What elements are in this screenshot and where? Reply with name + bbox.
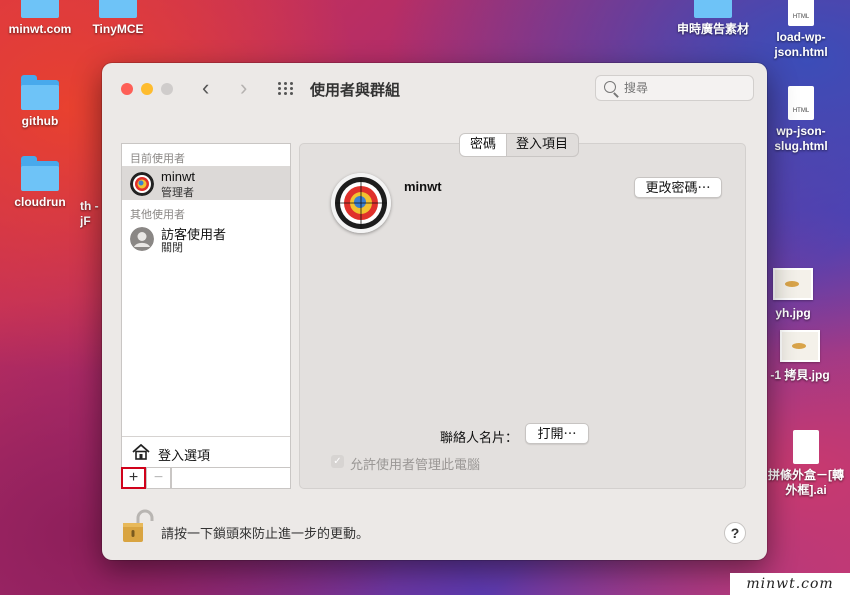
desktop-item-load-wp-json[interactable]: HTML load-wp-json.html bbox=[762, 0, 840, 60]
remove-user-button[interactable]: − bbox=[146, 467, 171, 489]
desktop-item-label: minwt.com bbox=[8, 22, 72, 36]
desktop-item-label: load-wp-json.html bbox=[774, 30, 828, 59]
desktop-item-label: cloudrun bbox=[14, 195, 66, 209]
user-role: 關閉 bbox=[161, 242, 183, 254]
desktop-item-label: yh.jpg bbox=[775, 306, 811, 320]
chevron-left-icon: ‹ bbox=[202, 75, 210, 100]
sidebar-toolbar: + − bbox=[121, 467, 291, 489]
toolbar-filler bbox=[171, 467, 291, 489]
folder-icon bbox=[21, 156, 59, 191]
desktop-item-github[interactable]: github bbox=[0, 75, 80, 129]
user-role: 管理者 bbox=[161, 187, 194, 199]
user-name: minwt bbox=[161, 169, 195, 184]
users-groups-window: ‹ › 使用者與群組 目前使用者 minwt 管理者 其他使用者 bbox=[102, 63, 767, 560]
forward-button[interactable]: › bbox=[240, 77, 247, 99]
desktop-item-yh-jpg[interactable]: yh.jpg bbox=[760, 268, 826, 321]
folder-icon bbox=[21, 0, 59, 18]
html-file-icon: HTML bbox=[788, 86, 814, 120]
tab-login-items[interactable]: 登入項目 bbox=[506, 134, 578, 156]
folder-icon bbox=[694, 0, 732, 18]
desktop-item-label: github bbox=[21, 114, 59, 128]
image-file-icon bbox=[773, 268, 813, 300]
desktop-item-label: 申時廣告素材 bbox=[676, 22, 749, 36]
watermark: minwt.com bbox=[730, 573, 850, 595]
desktop-item-label: -1 拷貝.jpg bbox=[770, 368, 830, 382]
show-all-grid-icon[interactable] bbox=[278, 82, 296, 96]
titlebar: ‹ › 使用者與群組 bbox=[102, 63, 767, 115]
desktop-item-ai-file[interactable]: 拼條外盒－[轉 外框].ai bbox=[762, 430, 850, 498]
login-options-item[interactable]: 登入選項 bbox=[122, 436, 290, 467]
search-field[interactable] bbox=[595, 75, 754, 101]
add-user-button[interactable]: + bbox=[121, 467, 146, 489]
search-input[interactable] bbox=[624, 79, 744, 97]
tab-bar: 密碼 登入項目 bbox=[459, 133, 580, 157]
minimize-button[interactable] bbox=[141, 83, 153, 95]
open-contact-button[interactable]: 打開⋯ bbox=[525, 423, 589, 444]
chevron-right-icon: › bbox=[240, 75, 248, 100]
desktop-item-cloudrun[interactable]: cloudrun bbox=[0, 156, 80, 210]
house-icon bbox=[132, 444, 150, 460]
desktop-item-label: TinyMCE bbox=[92, 22, 144, 36]
desktop-item-partial[interactable]: th -jF bbox=[80, 199, 102, 229]
guest-avatar-icon bbox=[130, 227, 154, 251]
desktop-item-tinymce[interactable]: TinyMCE bbox=[78, 0, 158, 37]
help-button[interactable]: ? bbox=[724, 522, 746, 544]
lock-icon[interactable] bbox=[122, 509, 154, 543]
user-picture[interactable] bbox=[331, 173, 391, 233]
zoom-button[interactable] bbox=[161, 83, 173, 95]
folder-icon bbox=[99, 0, 137, 18]
allow-admin-label: 允許使用者管理此電腦 bbox=[350, 457, 481, 472]
contact-card-label: 聯絡人名片： bbox=[440, 430, 519, 445]
login-options-label: 登入選項 bbox=[158, 448, 211, 463]
back-button[interactable]: ‹ bbox=[202, 77, 209, 99]
desktop-item-ad-assets[interactable]: 申時廣告素材 bbox=[668, 0, 758, 37]
other-users-label: 其他使用者 bbox=[130, 209, 185, 221]
user-row-minwt[interactable]: minwt 管理者 bbox=[122, 166, 290, 200]
tab-password[interactable]: 密碼 bbox=[460, 134, 507, 156]
desktop-item-label: th -jF bbox=[80, 199, 99, 228]
desktop-item-label: 拼條外盒－[轉 外框].ai bbox=[768, 468, 844, 497]
folder-icon bbox=[21, 75, 59, 110]
image-file-icon bbox=[780, 330, 820, 362]
lock-hint-text: 請按一下鎖頭來防止進一步的更動。 bbox=[161, 526, 370, 541]
ai-file-icon bbox=[793, 430, 819, 464]
search-icon bbox=[604, 81, 616, 93]
desktop-item-copy-jpg[interactable]: -1 拷貝.jpg bbox=[760, 330, 840, 383]
close-button[interactable] bbox=[121, 83, 133, 95]
target-avatar-icon bbox=[130, 172, 154, 196]
allow-admin-checkbox[interactable]: ✓ bbox=[331, 455, 344, 468]
desktop-item-wp-json-slug[interactable]: HTML wp-json-slug.html bbox=[762, 86, 840, 154]
desktop-item-label: wp-json-slug.html bbox=[774, 124, 828, 153]
user-row-guest[interactable]: 訪客使用者 關閉 bbox=[122, 221, 290, 255]
user-full-name: minwt bbox=[404, 179, 442, 194]
window-title: 使用者與群組 bbox=[310, 82, 401, 99]
change-password-button[interactable]: 更改密碼⋯ bbox=[634, 177, 722, 198]
desktop-item-minwt-com[interactable]: minwt.com bbox=[0, 0, 80, 37]
current-users-label: 目前使用者 bbox=[130, 153, 185, 165]
html-file-icon: HTML bbox=[788, 0, 814, 26]
user-list: 目前使用者 minwt 管理者 其他使用者 訪客使用者 關閉 登入選項 bbox=[121, 143, 291, 489]
